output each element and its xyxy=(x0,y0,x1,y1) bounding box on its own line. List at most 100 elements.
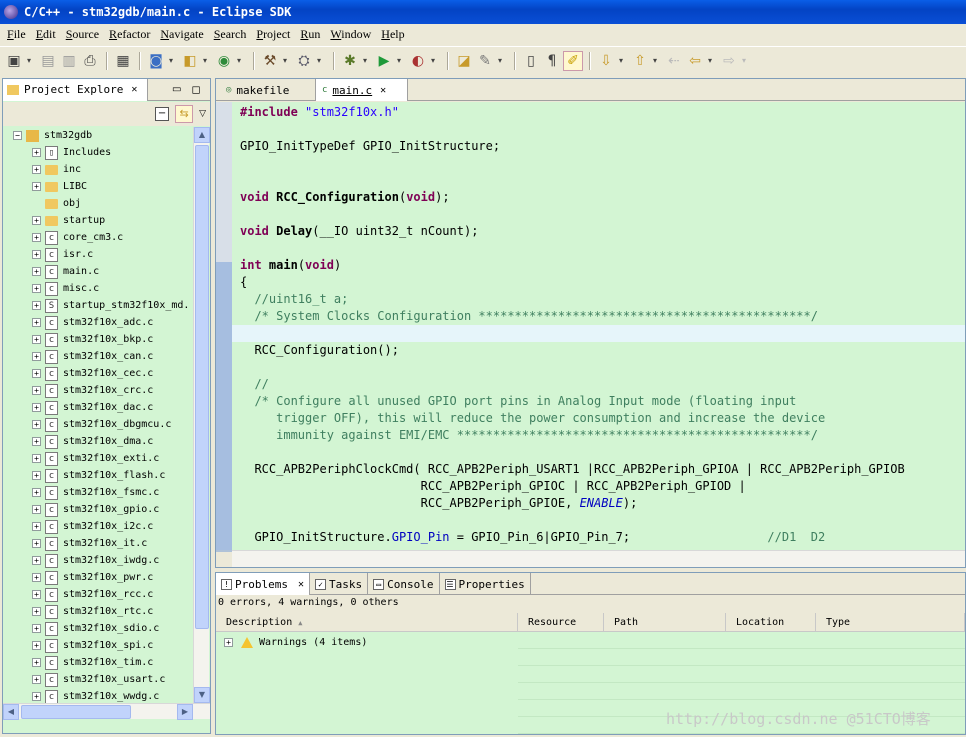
search-icon[interactable]: ✎ xyxy=(475,51,495,71)
tree-item[interactable]: + c stm32f10x_can.c xyxy=(3,348,193,365)
run-dropdown-icon[interactable]: ▾ xyxy=(395,51,403,71)
forward-icon[interactable]: ⇨ xyxy=(719,51,739,71)
show-whitespace-icon[interactable]: ¶ xyxy=(542,51,562,71)
expand-toggle-icon[interactable]: + xyxy=(32,301,41,310)
previous-annotation-icon[interactable]: ⇧ xyxy=(630,51,650,71)
menu-file[interactable]: File xyxy=(2,27,31,42)
print-icon[interactable]: ⎙ xyxy=(80,51,100,71)
scroll-down-icon[interactable]: ▼ xyxy=(194,687,210,703)
tree-item[interactable]: + c stm32f10x_dbgmcu.c xyxy=(3,416,193,433)
tree-item[interactable]: + c stm32f10x_pwr.c xyxy=(3,569,193,586)
open-type-icon[interactable]: ◪ xyxy=(454,51,474,71)
tree-item[interactable]: obj xyxy=(3,195,193,212)
maximize-icon[interactable]: ◻ xyxy=(191,83,200,96)
expand-toggle-icon[interactable]: + xyxy=(32,335,41,344)
expand-toggle-icon[interactable]: + xyxy=(32,641,41,650)
tree-item[interactable]: + c stm32f10x_it.c xyxy=(3,535,193,552)
tree-item[interactable]: + c stm32f10x_flash.c xyxy=(3,467,193,484)
tab-tasks[interactable]: ✓ Tasks xyxy=(310,573,369,595)
tree-item[interactable]: + c isr.c xyxy=(3,246,193,263)
new-icon[interactable]: ▣ xyxy=(4,51,24,71)
expand-toggle-icon[interactable]: + xyxy=(32,590,41,599)
expand-toggle-icon[interactable]: + xyxy=(32,267,41,276)
tree-item[interactable]: + c main.c xyxy=(3,263,193,280)
expand-toggle-icon[interactable]: + xyxy=(32,403,41,412)
tree-item[interactable]: + LIBC xyxy=(3,178,193,195)
close-icon[interactable]: ✕ xyxy=(298,579,304,590)
tree-item[interactable]: + c stm32f10x_usart.c xyxy=(3,671,193,688)
scroll-right-icon[interactable]: ▶ xyxy=(177,704,193,720)
back-icon[interactable]: ⇦ xyxy=(685,51,705,71)
next-annotation-dropdown-icon[interactable]: ▾ xyxy=(617,51,625,71)
save-all-icon[interactable]: ▥ xyxy=(59,51,79,71)
warnings-group-row[interactable]: + Warnings (4 items) xyxy=(224,634,367,650)
tab-project-explorer[interactable]: Project Explore ✕ xyxy=(3,78,148,101)
tree-item[interactable]: + c stm32f10x_dma.c xyxy=(3,433,193,450)
new-project-icon[interactable]: ◙ xyxy=(146,51,166,71)
expand-toggle-icon[interactable]: + xyxy=(32,437,41,446)
build-hammer-icon[interactable]: ⚒ xyxy=(260,51,280,71)
save-icon[interactable]: ▤ xyxy=(38,51,58,71)
expand-toggle-icon[interactable]: + xyxy=(32,369,41,378)
tree-item[interactable]: + c stm32f10x_dac.c xyxy=(3,399,193,416)
make-dropdown-icon[interactable]: ▾ xyxy=(315,51,323,71)
build-dropdown-icon[interactable]: ▾ xyxy=(281,51,289,71)
expand-toggle-icon[interactable]: + xyxy=(32,216,41,225)
tab-console[interactable]: ▭ Console xyxy=(368,573,440,595)
expand-toggle-icon[interactable]: + xyxy=(32,539,41,548)
column-header-location[interactable]: Location xyxy=(726,613,816,632)
menu-refactor[interactable]: Refactor xyxy=(104,27,155,42)
menu-window[interactable]: Window xyxy=(325,27,376,42)
expand-toggle-icon[interactable]: + xyxy=(32,233,41,242)
tree-item[interactable]: + c stm32f10x_spi.c xyxy=(3,637,193,654)
minimize-icon[interactable]: ▭ xyxy=(172,84,181,95)
expand-toggle-icon[interactable]: − xyxy=(13,131,22,140)
view-menu-icon[interactable]: ▽ xyxy=(199,109,206,119)
expand-toggle-icon[interactable]: + xyxy=(32,284,41,293)
new-project-dropdown-icon[interactable]: ▾ xyxy=(167,51,175,71)
tree-item[interactable]: + c stm32f10x_bkp.c xyxy=(3,331,193,348)
make-target-icon[interactable]: ⛭ xyxy=(294,51,314,71)
explorer-vertical-scrollbar[interactable]: ▲ ▼ xyxy=(193,127,210,703)
expand-toggle-icon[interactable]: + xyxy=(32,165,41,174)
menu-edit[interactable]: Edit xyxy=(31,27,61,42)
previous-annotation-dropdown-icon[interactable]: ▾ xyxy=(651,51,659,71)
expand-toggle-icon[interactable]: + xyxy=(32,658,41,667)
debug-icon[interactable]: ✱ xyxy=(340,51,360,71)
tab-main-c[interactable]: c main.c ✕ xyxy=(316,79,408,101)
window-title-bar[interactable]: C/C++ - stm32gdb/main.c - Eclipse SDK xyxy=(0,0,966,24)
column-header-path[interactable]: Path xyxy=(604,613,726,632)
tree-item[interactable]: + c core_cm3.c xyxy=(3,229,193,246)
tree-item[interactable]: + c stm32f10x_exti.c xyxy=(3,450,193,467)
forward-dropdown-icon[interactable]: ▾ xyxy=(740,51,748,71)
scroll-up-icon[interactable]: ▲ xyxy=(194,127,210,143)
code-text-area[interactable]: #include "stm32f10x.h" GPIO_InitTypeDef G… xyxy=(232,102,965,550)
explorer-hscroll-thumb[interactable] xyxy=(21,705,131,719)
tree-item[interactable]: + c stm32f10x_fsmc.c xyxy=(3,484,193,501)
tree-item[interactable]: + Sstartup_stm32f10x_md. xyxy=(3,297,193,314)
expand-toggle-icon[interactable]: + xyxy=(32,148,41,157)
collapse-all-icon[interactable]: − xyxy=(155,107,170,121)
new-source-folder-icon[interactable]: ◧ xyxy=(180,51,200,71)
tree-item[interactable]: + c stm32f10x_crc.c xyxy=(3,382,193,399)
scroll-left-icon[interactable]: ◀ xyxy=(3,704,19,720)
expand-toggle-icon[interactable]: + xyxy=(32,692,41,701)
link-with-editor-icon[interactable]: ⇆ xyxy=(175,105,194,123)
menu-run[interactable]: Run xyxy=(295,27,325,42)
expand-toggle-icon[interactable]: + xyxy=(32,250,41,259)
expand-toggle-icon[interactable]: + xyxy=(32,386,41,395)
tree-item[interactable]: + c stm32f10x_iwdg.c xyxy=(3,552,193,569)
close-icon[interactable]: ✕ xyxy=(131,84,137,95)
expand-toggle-icon[interactable]: + xyxy=(32,556,41,565)
tree-item[interactable]: + c stm32f10x_rtc.c xyxy=(3,603,193,620)
toggle-mark-occurrences-icon[interactable]: ▯ xyxy=(521,51,541,71)
column-header-resource[interactable]: Resource xyxy=(518,613,604,632)
expand-toggle-icon[interactable]: + xyxy=(32,488,41,497)
tree-item[interactable]: + inc xyxy=(3,161,193,178)
external-tools-dropdown-icon[interactable]: ▾ xyxy=(429,51,437,71)
expand-toggle-icon[interactable]: + xyxy=(32,471,41,480)
next-annotation-icon[interactable]: ⇩ xyxy=(596,51,616,71)
tree-item[interactable]: + c stm32f10x_gpio.c xyxy=(3,501,193,518)
expand-toggle-icon[interactable]: + xyxy=(32,522,41,531)
expand-toggle-icon[interactable]: + xyxy=(32,182,41,191)
